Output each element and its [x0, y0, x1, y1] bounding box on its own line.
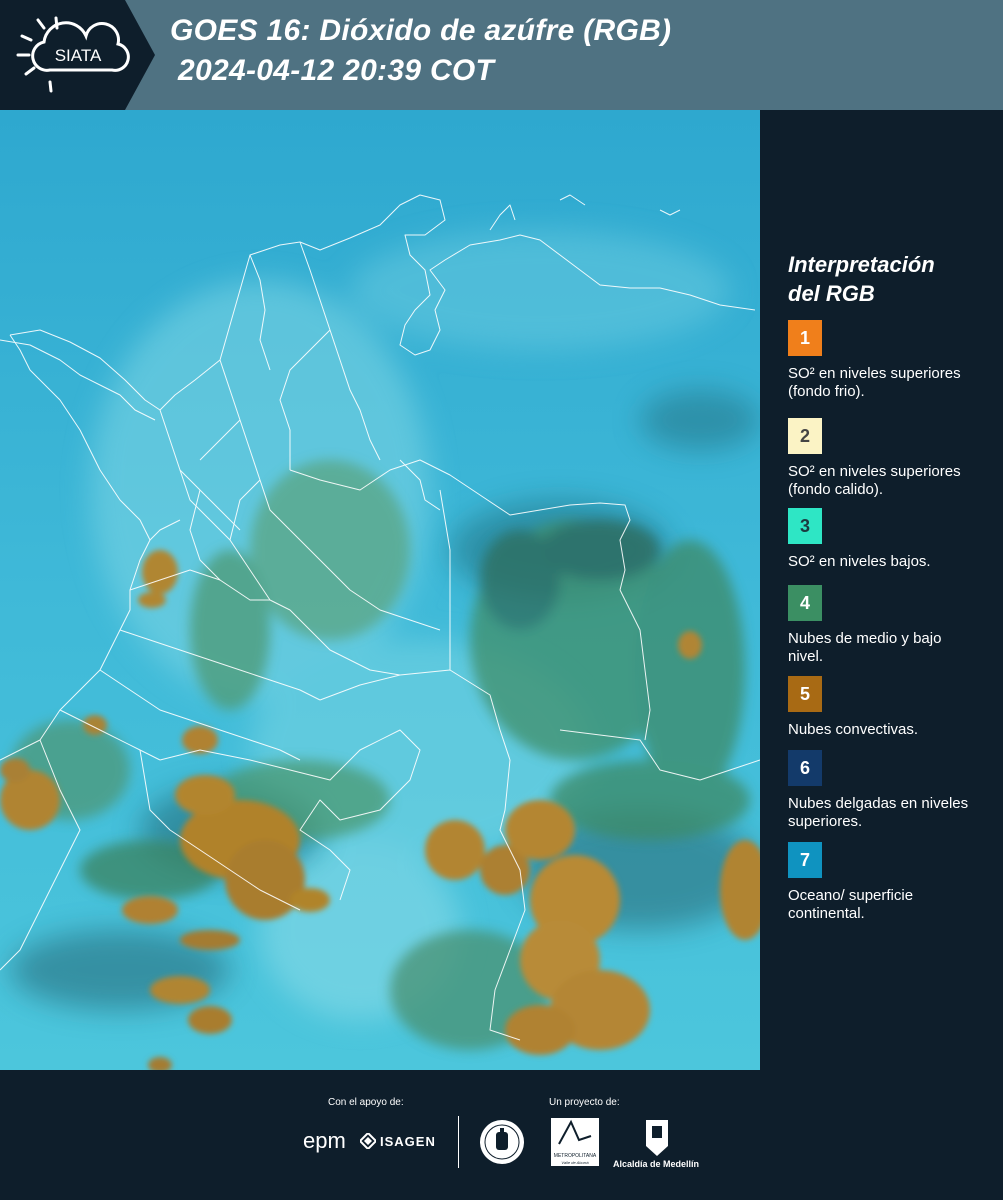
legend-item-5: 5 Nubes convectivas. — [788, 676, 998, 739]
area-metropolitana-text: METROPOLITANA — [553, 1153, 597, 1159]
legend-title-line1: Interpretación — [788, 252, 935, 277]
isagen-logo-icon — [360, 1133, 376, 1149]
legend-item-2: 2 SO² en niveles superiores (fondo calid… — [788, 418, 998, 499]
legend-swatch-2: 2 — [788, 418, 822, 454]
legend-label-4: Nubes de medio y bajo nivel. — [788, 630, 942, 665]
medellin-seal-icon — [480, 1120, 524, 1164]
legend-item-7: 7 Oceano/ superficie continental. — [788, 842, 998, 923]
footer-divider — [458, 1116, 459, 1168]
product-timestamp: 2024-04-12 20:39 COT — [178, 54, 495, 87]
satellite-map — [0, 110, 760, 1070]
legend-panel: Interpretación del RGB 1 SO² en niveles … — [760, 110, 1003, 1070]
project-caption: Un proyecto de: — [549, 1097, 620, 1108]
legend-title-line2: del RGB — [788, 281, 875, 306]
legend-label-7: Oceano/ superficie continental. — [788, 887, 914, 922]
legend-swatch-7: 7 — [788, 842, 822, 878]
product-title: GOES 16: Dióxido de azúfre (RGB) — [170, 14, 672, 47]
legend-label-6: Nubes delgadas en niveles superiores. — [788, 795, 969, 830]
legend-label-5: Nubes convectivas. — [788, 721, 919, 738]
alcaldia-text: Alcaldía de Medellín — [613, 1159, 700, 1169]
epm-logo: epm — [303, 1128, 346, 1153]
area-metropolitana-logo: METROPOLITANA Valle de Aburrá — [551, 1118, 599, 1166]
legend-label-2: SO² en niveles superiores (fondo calido)… — [788, 463, 961, 498]
legend-swatch-4: 4 — [788, 585, 822, 621]
footer-sponsors: Con el apoyo de: Un proyecto de: epm ISA… — [0, 1070, 1003, 1200]
legend-item-1: 1 SO² en niveles superiores (fondo frio)… — [788, 320, 998, 401]
area-metropolitana-icon — [558, 1119, 592, 1145]
legend-item-3: 3 SO² en niveles bajos. — [788, 508, 998, 571]
satellite-image — [0, 110, 760, 1070]
siata-logo: SIATA — [0, 0, 155, 110]
siata-logo-text: SIATA — [55, 46, 102, 65]
legend-swatch-3: 3 — [788, 508, 822, 544]
legend-label-1: SO² en niveles superiores (fondo frio). — [788, 365, 961, 400]
legend-title: Interpretación del RGB — [788, 250, 988, 308]
support-caption: Con el apoyo de: — [328, 1097, 404, 1108]
isagen-logo: ISAGEN — [380, 1134, 436, 1149]
legend-item-6: 6 Nubes delgadas en niveles superiores. — [788, 750, 998, 831]
legend-swatch-5: 5 — [788, 676, 822, 712]
legend-swatch-6: 6 — [788, 750, 822, 786]
alcaldia-shield-icon — [646, 1120, 668, 1156]
header-bar: SIATA GOES 16: Dióxido de azúfre (RGB) 2… — [0, 0, 1003, 110]
legend-swatch-1: 1 — [788, 320, 822, 356]
legend-item-4: 4 Nubes de medio y bajo nivel. — [788, 585, 998, 666]
legend-label-3: SO² en niveles bajos. — [788, 553, 931, 570]
area-metropolitana-sub: Valle de Aburrá — [561, 1160, 589, 1165]
